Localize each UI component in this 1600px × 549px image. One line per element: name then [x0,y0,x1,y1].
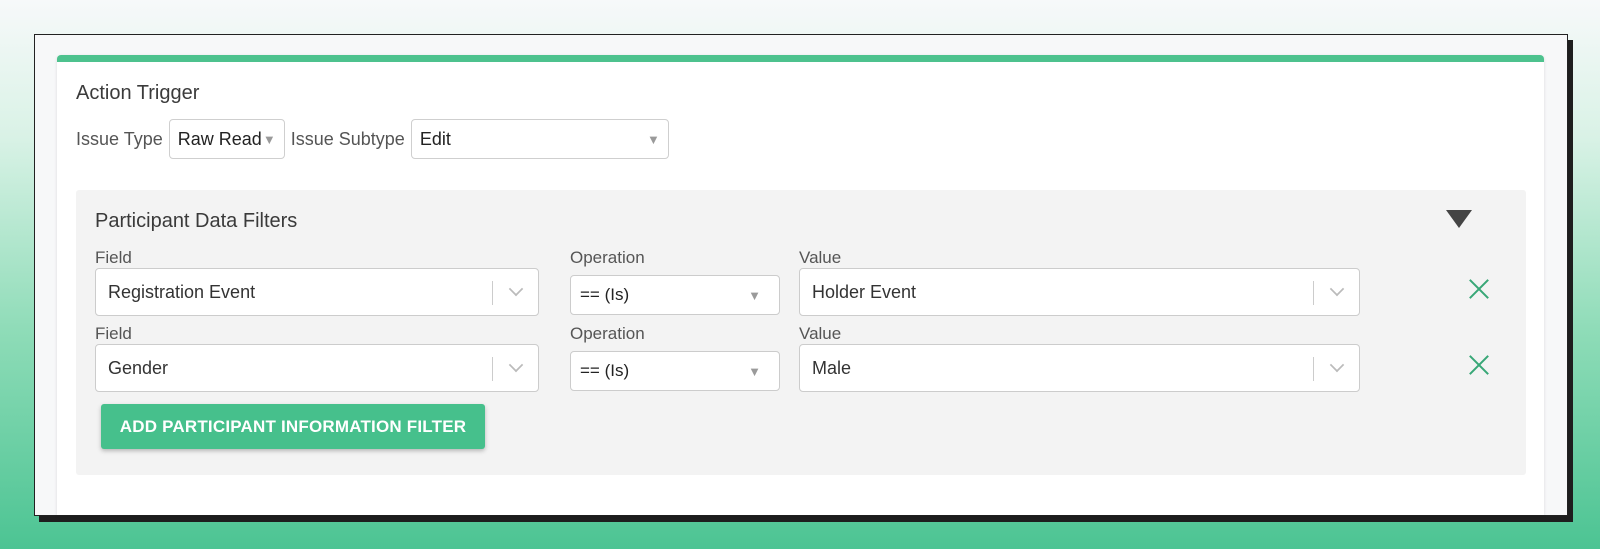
chevron-down-icon[interactable] [1329,357,1345,373]
value-label: Value [799,324,842,343]
delete-filter-icon[interactable] [1467,352,1491,376]
operation-select[interactable]: == (Is) ▼ [570,351,780,391]
issue-type-label: Issue Type [76,128,163,149]
issue-subtype-label: Issue Subtype [290,128,405,149]
issue-type-select[interactable]: Raw Read ▼ [168,119,285,159]
value-select[interactable]: Male [799,344,1360,392]
issue-type-value: Raw Read [177,128,262,149]
issue-subtype-select[interactable]: Edit ▼ [410,119,669,159]
value-select-value: Holder Event [812,281,917,302]
operation-label: Operation [570,324,645,343]
action-trigger-title: Action Trigger [76,82,200,104]
operation-label: Operation [570,248,645,267]
value-label: Value [799,248,842,267]
select-separator [492,357,493,381]
select-separator [1313,281,1314,305]
field-label: Field [95,324,132,343]
dropdown-arrow-icon: ▼ [748,363,761,379]
dropdown-arrow-icon: ▼ [262,131,276,147]
dropdown-arrow-icon: ▼ [748,287,761,303]
panel-title: Participant Data Filters [95,210,298,232]
filter-row: Field Operation Value Gender == (Is) ▼ M… [95,324,1495,400]
value-select[interactable]: Holder Event [799,268,1360,316]
chevron-down-icon[interactable] [508,357,524,373]
select-separator [1313,357,1314,381]
field-select-value: Gender [108,357,169,378]
dropdown-arrow-icon: ▼ [646,131,660,147]
operation-select[interactable]: == (Is) ▼ [570,275,780,315]
add-participant-filter-button[interactable]: ADD PARTICIPANT INFORMATION FILTER [101,404,485,449]
delete-filter-icon[interactable] [1467,276,1491,300]
value-select-value: Male [812,357,852,378]
filter-row: Field Operation Value Registration Event… [95,248,1495,324]
operation-value: == (Is) [580,285,630,304]
app-window: Action Trigger Issue Type Raw Read ▼ Iss… [34,34,1568,516]
issue-subtype-value: Edit [419,128,451,149]
field-select[interactable]: Registration Event [95,268,539,316]
chevron-down-icon[interactable] [1329,281,1345,297]
chevron-down-icon[interactable] [508,281,524,297]
field-select-value: Registration Event [108,281,256,302]
participant-data-filters-panel: Participant Data Filters Field Operation… [76,190,1526,475]
triangle-down-icon[interactable] [1446,210,1472,228]
issue-type-row: Issue Type Raw Read ▼ Issue Subtype Edit… [76,119,675,159]
action-trigger-card: Action Trigger Issue Type Raw Read ▼ Iss… [57,55,1544,515]
field-label: Field [95,248,132,267]
field-select[interactable]: Gender [95,344,539,392]
select-separator [492,281,493,305]
operation-value: == (Is) [580,361,630,380]
